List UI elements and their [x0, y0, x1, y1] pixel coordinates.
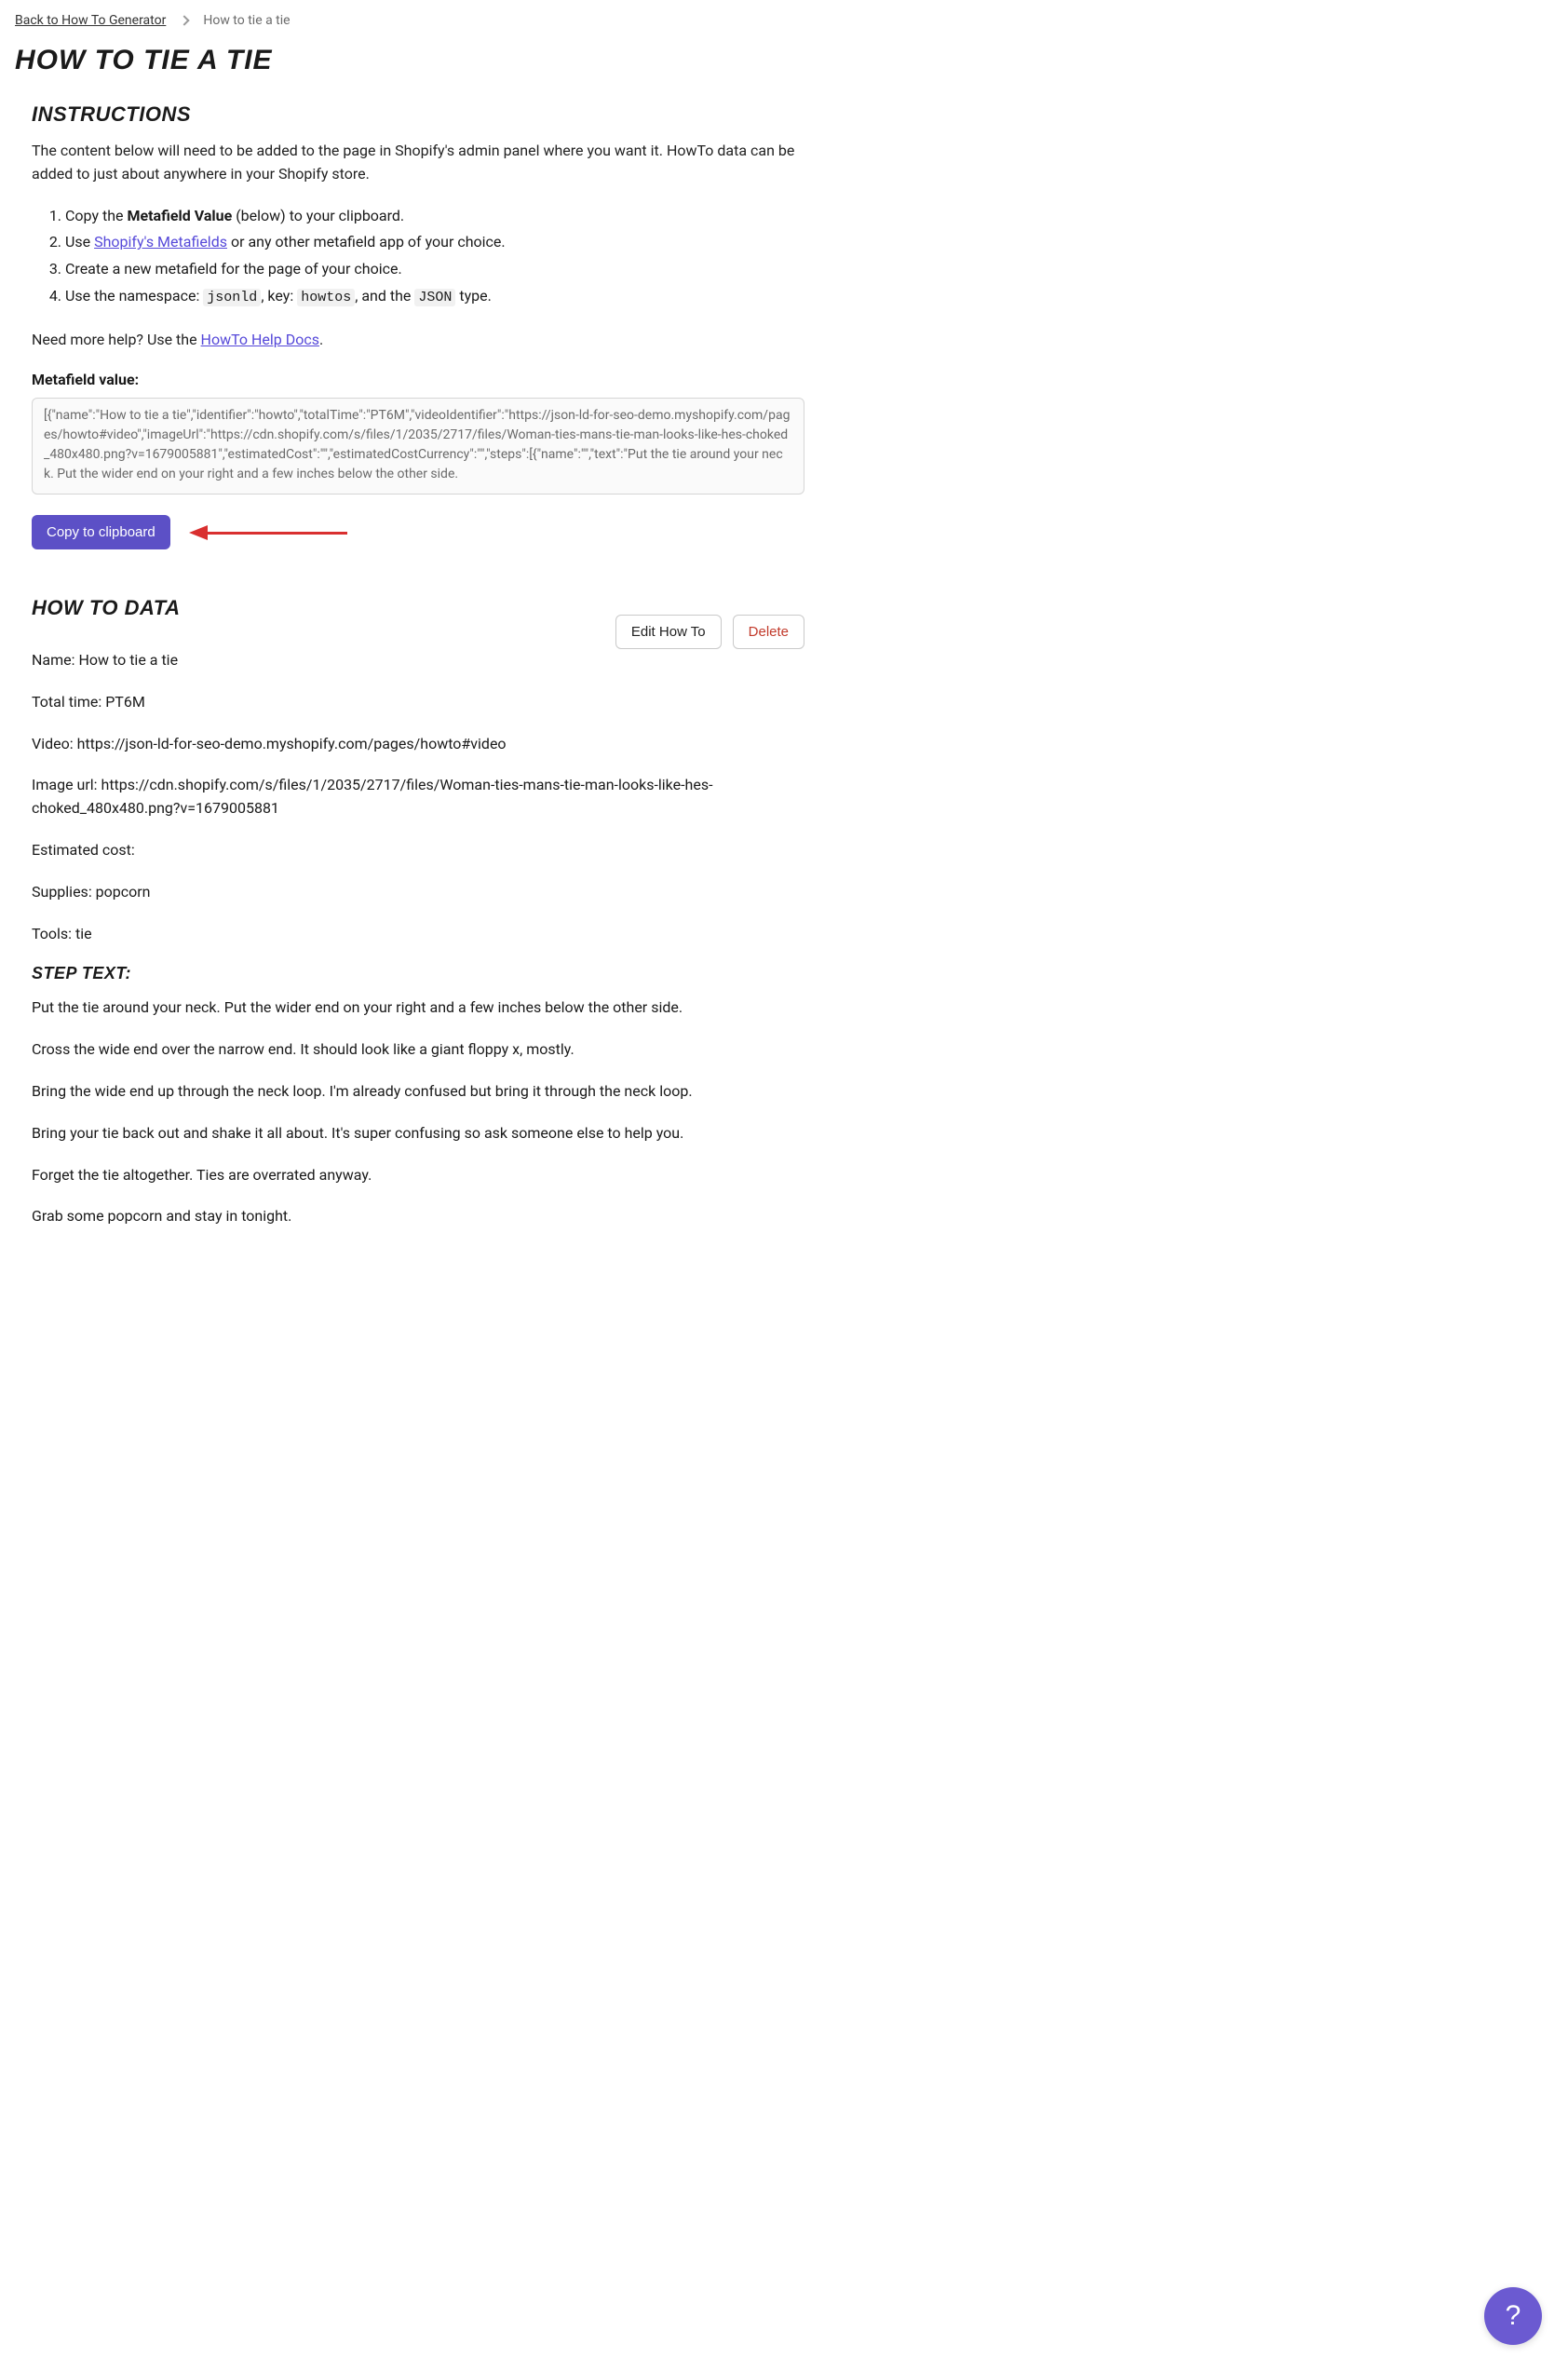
howto-cost-row: Estimated cost:	[32, 839, 804, 862]
breadcrumb-back-link[interactable]: Back to How To Generator	[15, 13, 166, 28]
instruction-step-4: Use the namespace: jsonld, key: howtos, …	[65, 285, 804, 308]
howto-supplies-row: Supplies: popcorn	[32, 881, 804, 904]
instructions-list: Copy the Metafield Value (below) to your…	[32, 205, 804, 309]
instruction-step-3: Create a new metafield for the page of y…	[65, 258, 804, 281]
key-code: howtos	[297, 289, 355, 306]
page-title: How to tie a tie	[15, 45, 804, 76]
howto-help-docs-link[interactable]: HowTo Help Docs	[201, 331, 319, 348]
howto-tools-row: Tools: tie	[32, 923, 804, 946]
instructions-intro: The content below will need to be added …	[32, 140, 804, 186]
metafield-value-textarea[interactable]	[32, 398, 804, 495]
howto-total-time-row: Total time: PT6M	[32, 691, 804, 714]
howto-image-row: Image url: https://cdn.shopify.com/s/fil…	[32, 774, 804, 820]
shopify-metafields-link[interactable]: Shopify's Metafields	[94, 233, 227, 251]
type-code: JSON	[414, 289, 455, 306]
help-line: Need more help? Use the HowTo Help Docs.	[32, 329, 804, 352]
instructions-heading: Instructions	[32, 102, 804, 127]
delete-howto-button[interactable]: Delete	[733, 615, 804, 649]
step-text-item: Forget the tie altogether. Ties are over…	[32, 1164, 804, 1187]
breadcrumb-current: How to tie a tie	[203, 13, 290, 28]
step-text-item: Put the tie around your neck. Put the wi…	[32, 996, 804, 1020]
step-text-item: Bring your tie back out and shake it all…	[32, 1122, 804, 1145]
metafield-value-label: Metafield value:	[32, 371, 804, 388]
breadcrumb: Back to How To Generator How to tie a ti…	[15, 13, 804, 28]
howto-video-row: Video: https://json-ld-for-seo-demo.mysh…	[32, 733, 804, 756]
help-fab-button[interactable]: ?	[1484, 2287, 1542, 2345]
step-text-item: Bring the wide end up through the neck l…	[32, 1080, 804, 1104]
step-text-heading: Step text:	[32, 964, 804, 983]
step-text-item: Cross the wide end over the narrow end. …	[32, 1038, 804, 1062]
instruction-step-1: Copy the Metafield Value (below) to your…	[65, 205, 804, 228]
howto-name-row: Name: How to tie a tie	[32, 649, 804, 672]
chevron-right-icon	[180, 15, 190, 25]
edit-howto-button[interactable]: Edit How To	[615, 615, 722, 649]
copy-to-clipboard-button[interactable]: Copy to clipboard	[32, 515, 170, 549]
arrow-annotation	[189, 529, 347, 536]
step-text-item: Grab some popcorn and stay in tonight.	[32, 1205, 804, 1228]
howto-data-heading: How to data	[32, 596, 180, 620]
namespace-code: jsonld	[203, 289, 261, 306]
instruction-step-2: Use Shopify's Metafields or any other me…	[65, 231, 804, 254]
